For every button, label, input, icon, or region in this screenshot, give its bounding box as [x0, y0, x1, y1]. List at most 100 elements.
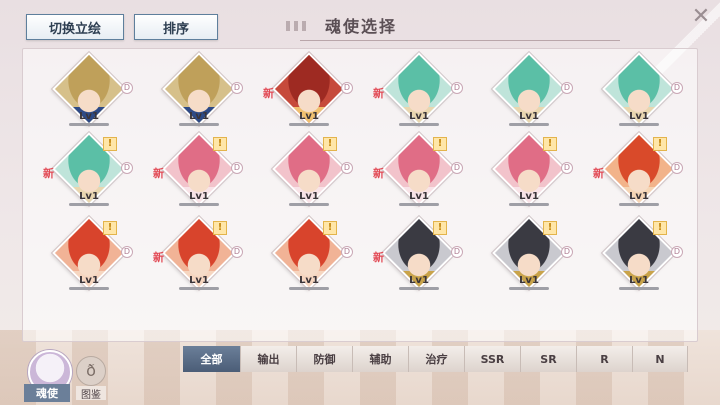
level-label: Lv1	[629, 275, 649, 286]
level-label: Lv1	[299, 275, 319, 286]
filter-tab[interactable]: SSR	[465, 346, 521, 372]
rank-badge: D	[671, 162, 683, 174]
character-card[interactable]: 新! D Lv1	[151, 216, 247, 295]
switch-portrait-button[interactable]: 切换立绘	[26, 14, 124, 40]
character-card[interactable]: 新! D Lv1	[151, 132, 247, 211]
upgrade-alert-icon: !	[433, 221, 447, 235]
level-bar	[69, 203, 109, 206]
character-card[interactable]: ! D Lv1	[481, 132, 577, 211]
level-bar	[289, 287, 329, 290]
upgrade-alert-icon: !	[103, 137, 117, 151]
character-card[interactable]: D Lv1	[151, 52, 247, 131]
new-badge: 新	[153, 167, 164, 180]
level-label: Lv1	[629, 191, 649, 202]
character-card[interactable]: 新! D Lv1	[591, 132, 687, 211]
level-label: Lv1	[189, 191, 209, 202]
new-badge: 新	[263, 87, 274, 100]
filter-tab[interactable]: 治疗	[409, 346, 465, 372]
upgrade-alert-icon: !	[103, 221, 117, 235]
level-bar	[619, 123, 659, 126]
upgrade-alert-icon: !	[543, 221, 557, 235]
new-badge: 新	[593, 167, 604, 180]
filter-tab[interactable]: R	[577, 346, 633, 372]
level-label: Lv1	[79, 111, 99, 122]
upgrade-alert-icon: !	[543, 137, 557, 151]
character-card[interactable]: ! D Lv1	[481, 216, 577, 295]
level-bar	[399, 203, 439, 206]
rank-badge: D	[341, 162, 353, 174]
character-card[interactable]: 新! D Lv1	[41, 132, 137, 211]
level-label: Lv1	[189, 275, 209, 286]
filter-tab[interactable]: 输出	[241, 346, 297, 372]
upgrade-alert-icon: !	[213, 137, 227, 151]
level-bar	[69, 123, 109, 126]
character-card[interactable]: ! D Lv1	[591, 216, 687, 295]
new-badge: 新	[43, 167, 54, 180]
filter-tab[interactable]: 全部	[183, 346, 241, 372]
character-card[interactable]: ! D Lv1	[261, 216, 357, 295]
upgrade-alert-icon: !	[433, 137, 447, 151]
filter-tab[interactable]: 防御	[297, 346, 353, 372]
soul-tab-label[interactable]: 魂使	[24, 384, 70, 402]
level-label: Lv1	[519, 111, 539, 122]
level-label: Lv1	[409, 275, 429, 286]
rank-badge: D	[561, 82, 573, 94]
upgrade-alert-icon: !	[323, 137, 337, 151]
rank-badge: D	[451, 82, 463, 94]
filter-tab[interactable]: N	[633, 346, 688, 372]
level-label: Lv1	[189, 111, 209, 122]
level-bar	[69, 287, 109, 290]
filter-tab[interactable]: 辅助	[353, 346, 409, 372]
rank-badge: D	[231, 246, 243, 258]
sort-button[interactable]: 排序	[134, 14, 218, 40]
rank-badge: D	[231, 162, 243, 174]
character-card[interactable]: 新! D Lv1	[371, 216, 467, 295]
rank-badge: D	[561, 162, 573, 174]
level-label: Lv1	[79, 275, 99, 286]
close-icon[interactable]: ✕	[690, 6, 712, 28]
title-checker-left-decoration	[286, 21, 310, 31]
new-badge: 新	[153, 251, 164, 264]
title-divider	[300, 40, 620, 41]
character-card[interactable]: D Lv1	[481, 52, 577, 131]
upgrade-alert-icon: !	[653, 221, 667, 235]
upgrade-alert-icon: !	[323, 221, 337, 235]
character-card[interactable]: 新! D Lv1	[371, 132, 467, 211]
codex-label[interactable]: 图鉴	[76, 386, 106, 401]
character-card[interactable]: D Lv1	[41, 52, 137, 131]
level-bar	[509, 287, 549, 290]
codex-icon[interactable]: ð	[76, 356, 106, 386]
character-card[interactable]: D Lv1	[591, 52, 687, 131]
level-bar	[289, 123, 329, 126]
rank-badge: D	[671, 246, 683, 258]
level-label: Lv1	[519, 275, 539, 286]
soul-select-screen: 切换立绘 排序 魂使选择 ✕ D Lv1 D Lv1 新 D Lv1 新 D Lv1 D Lv1 D Lv…	[0, 0, 720, 405]
rank-badge: D	[451, 162, 463, 174]
level-bar	[619, 203, 659, 206]
filter-tab[interactable]: SR	[521, 346, 577, 372]
level-bar	[509, 203, 549, 206]
upgrade-alert-icon: !	[213, 221, 227, 235]
level-label: Lv1	[299, 111, 319, 122]
level-label: Lv1	[629, 111, 649, 122]
level-bar	[619, 287, 659, 290]
level-bar	[399, 123, 439, 126]
level-label: Lv1	[409, 111, 429, 122]
screen-title: 魂使选择	[324, 17, 397, 36]
new-badge: 新	[373, 87, 384, 100]
rank-badge: D	[341, 246, 353, 258]
screen-title-wrap: 魂使选择	[286, 10, 436, 40]
filter-tab-bar: 全部 输出 防御 辅助 治疗 SSR SR R N	[183, 346, 688, 372]
rank-badge: D	[121, 246, 133, 258]
level-label: Lv1	[409, 191, 429, 202]
character-card[interactable]: 新 D Lv1	[261, 52, 357, 131]
rank-badge: D	[231, 82, 243, 94]
level-label: Lv1	[79, 191, 99, 202]
character-card[interactable]: ! D Lv1	[261, 132, 357, 211]
level-label: Lv1	[299, 191, 319, 202]
character-grid-panel: D Lv1 D Lv1 新 D Lv1 新 D Lv1 D Lv1 D Lv1 新! D Lv1 新! D Lv1! D…	[22, 48, 698, 342]
level-bar	[179, 287, 219, 290]
character-card[interactable]: 新 D Lv1	[371, 52, 467, 131]
rank-badge: D	[451, 246, 463, 258]
character-card[interactable]: ! D Lv1	[41, 216, 137, 295]
